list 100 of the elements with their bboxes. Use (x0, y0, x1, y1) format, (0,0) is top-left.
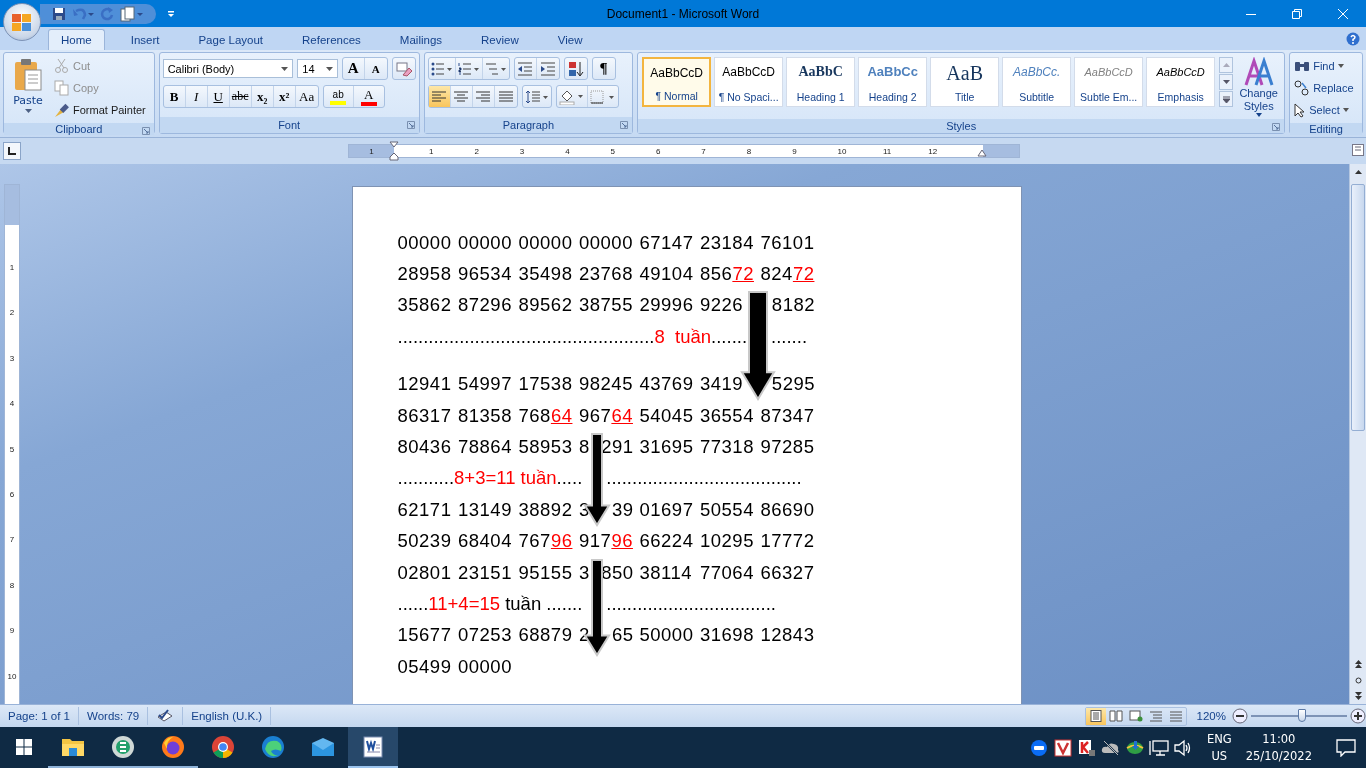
view-mode-icon (1128, 710, 1143, 722)
zoom-level[interactable]: 120% (1196, 710, 1226, 722)
ribbon-tab[interactable]: View (544, 29, 596, 50)
notifications-icon[interactable] (1336, 738, 1356, 757)
ribbon-tab[interactable]: Home (48, 29, 105, 50)
shrink-font-button[interactable]: A (364, 58, 387, 79)
dotted-leader: tuần (504, 593, 543, 615)
shading-button[interactable] (556, 86, 588, 107)
style-tile[interactable]: AaBbCc. Subtitle (1002, 57, 1072, 107)
word-count[interactable]: Words: 79 (79, 707, 149, 725)
highlight-button[interactable]: ab (323, 86, 354, 107)
clock[interactable]: 11:00 25/10/2022 (1245, 730, 1312, 765)
globe-download-icon[interactable] (1124, 739, 1145, 756)
scroll-thumb[interactable] (1351, 184, 1365, 431)
dotted-leader: ....... (546, 593, 583, 615)
right-indent-marker-icon[interactable] (977, 149, 987, 157)
grow-font-button[interactable]: A (342, 58, 365, 79)
v-app-icon[interactable] (1053, 738, 1072, 757)
print-view-button[interactable] (1085, 707, 1106, 725)
chat-bubble-icon[interactable] (1029, 738, 1048, 757)
print-preview-icon[interactable] (120, 5, 144, 22)
customize-toolbar-icon[interactable] (166, 8, 176, 19)
find-button[interactable]: Find (1292, 55, 1360, 77)
style-tile[interactable]: AaBbCcD ¶ No Spaci... (714, 57, 784, 107)
style-tile[interactable]: AaB Title (930, 57, 1000, 107)
align-center-icon (454, 90, 469, 103)
bold-button[interactable]: B (163, 86, 186, 107)
letter-a-styles-icon (1242, 57, 1275, 87)
dialog-launcher-icon[interactable] (1272, 123, 1281, 131)
marked-digits: 72 (732, 263, 754, 286)
strike-button[interactable]: abc (229, 86, 252, 107)
speaker-icon[interactable] (1172, 738, 1193, 757)
style-tile[interactable]: AaBbCcD Emphasis (1146, 57, 1216, 107)
help-icon[interactable] (1346, 32, 1360, 46)
gallery-more-button[interactable] (1219, 91, 1234, 107)
gallery-down-button[interactable] (1219, 74, 1234, 90)
chrome-icon (211, 734, 235, 759)
numbered-list-icon (457, 61, 480, 76)
underline-button[interactable]: U (207, 86, 230, 107)
caret-icon (1255, 113, 1262, 117)
zoom-out-button[interactable] (1232, 708, 1248, 724)
caret-icon (1337, 64, 1344, 68)
multilevel-list-icon (484, 61, 507, 76)
ribbon-tab[interactable]: References (289, 29, 374, 50)
digit-group: 76101 (760, 231, 815, 254)
ruler-number: 7 (9, 535, 15, 547)
font-name-field[interactable]: Calibri (Body) (162, 59, 294, 78)
align-left-button[interactable] (428, 86, 451, 107)
sup-button[interactable]: x² (273, 86, 296, 107)
italic-button[interactable]: I (185, 86, 208, 107)
digit-group: 78864 (458, 436, 512, 459)
marked-digits: 64 (550, 404, 573, 427)
font-color-button[interactable]: A (353, 86, 384, 107)
input-language-indicator[interactable]: ENG US (1206, 730, 1232, 765)
digit-group: 00000 (458, 655, 512, 678)
format-painter-button[interactable]: Format Painter (52, 100, 148, 120)
zoom-in-button[interactable] (1350, 708, 1366, 724)
show-formatting-marks-button[interactable]: ¶ (592, 58, 615, 79)
digit-group: 12941 (397, 373, 452, 396)
style-tile[interactable]: AaBbC Heading 1 (786, 57, 856, 107)
indent-marker-icon[interactable] (389, 141, 399, 161)
cloud-off-icon[interactable] (1100, 739, 1121, 756)
dialog-launcher-icon[interactable] (141, 127, 150, 135)
style-tile[interactable]: AaBbCc Heading 2 (858, 57, 928, 107)
taskbar-app-button[interactable] (348, 727, 398, 768)
dotted-leader: ........... (397, 467, 455, 490)
shield-k-icon[interactable] (1077, 738, 1096, 757)
font-size-field[interactable]: 14 (297, 59, 338, 78)
style-tile[interactable]: AaBbCcD ¶ Normal (642, 57, 712, 107)
save-icon[interactable] (52, 6, 66, 21)
proofing-check-icon[interactable] (156, 709, 175, 723)
tab-selector-button[interactable] (3, 142, 21, 160)
change-styles-button[interactable]: Change Styles (1237, 57, 1281, 117)
dialog-launcher-icon[interactable] (620, 121, 629, 129)
dialog-launcher-icon[interactable] (406, 121, 415, 129)
ribbon-tab[interactable]: Review (468, 29, 532, 50)
page-count[interactable]: Page: 1 of 1 (0, 707, 80, 725)
digit-group: 87296 (458, 294, 512, 317)
paste-button[interactable]: Paste (6, 56, 50, 120)
ribbon-tab[interactable]: Insert (117, 29, 173, 50)
zoom-slider-thumb[interactable] (1297, 709, 1306, 722)
case-button[interactable]: Aa (295, 86, 318, 107)
network-icon[interactable] (1148, 738, 1169, 757)
language-indicator[interactable]: English (U.K.) (183, 707, 272, 725)
sub-button[interactable]: x₂ (251, 86, 274, 107)
border-grid-icon (589, 89, 616, 104)
select-button[interactable]: Select (1292, 99, 1360, 121)
ribbon-tab[interactable]: Mailings (386, 29, 456, 50)
view-mode-icon (1088, 710, 1103, 722)
numbering-button[interactable] (455, 58, 483, 79)
ribbon-tab[interactable]: Page Layout (185, 29, 277, 50)
language-code: US (1211, 747, 1228, 765)
ruler-number: 8 (9, 580, 15, 592)
replace-button[interactable]: Replace (1292, 77, 1360, 99)
style-tile[interactable]: AaBbCcD Subtle Em... (1074, 57, 1144, 107)
double-up-caret-icon (1354, 660, 1362, 668)
clipboard-icon (13, 58, 43, 92)
copy-icon (54, 80, 70, 96)
digit-group: 68879 (518, 624, 573, 647)
view-ruler-button[interactable] (1352, 143, 1364, 159)
